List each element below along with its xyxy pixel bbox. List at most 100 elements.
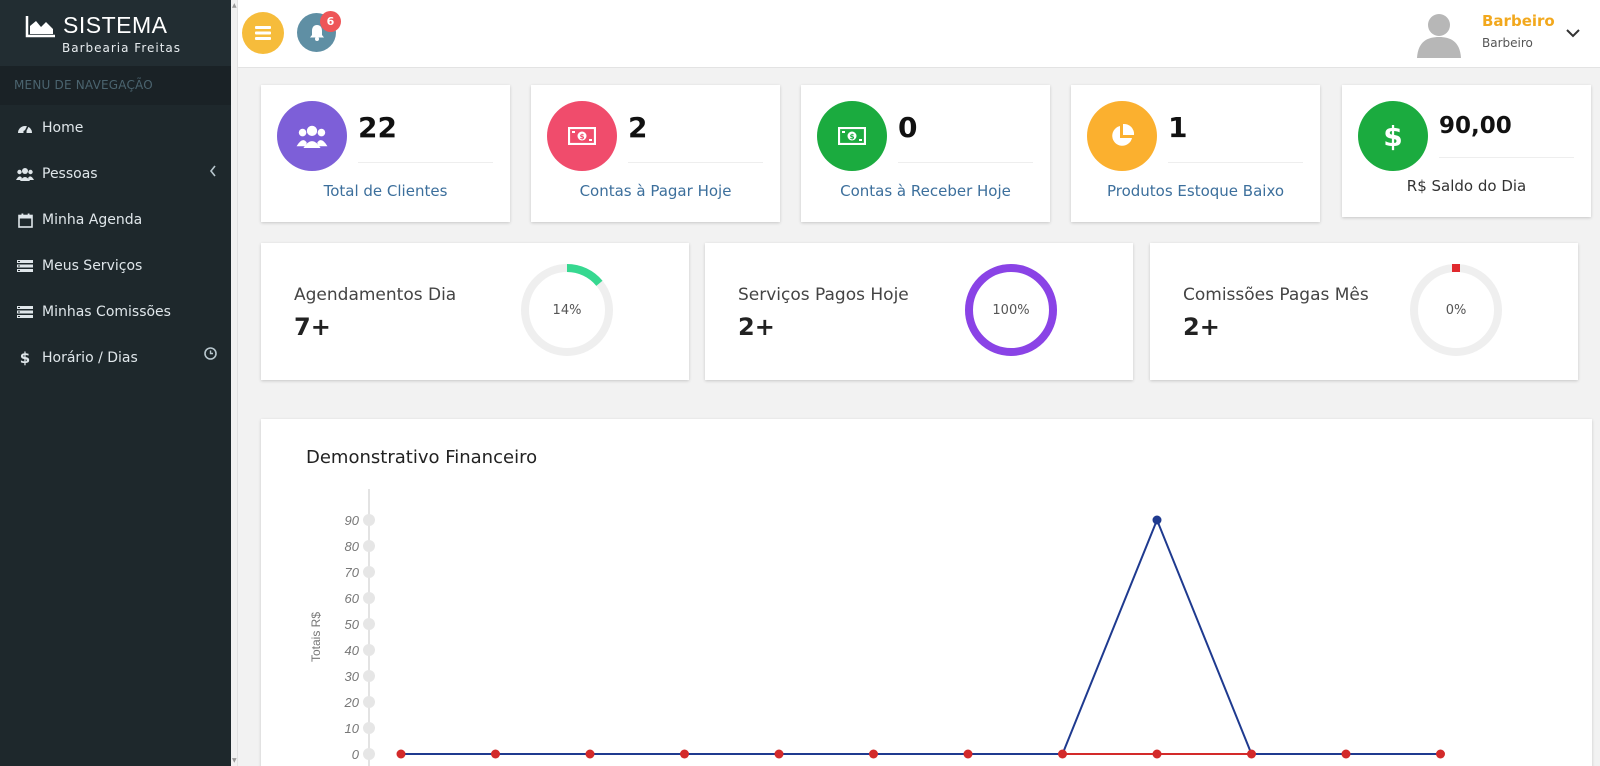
divider — [358, 162, 493, 163]
sidebar-item-minhas-comissoes[interactable]: Minhas Comissões — [0, 289, 231, 335]
progress-card-comissoes-pagas[interactable]: Comissões Pagas Mês 2+ 0% — [1150, 243, 1578, 380]
divider — [898, 162, 1033, 163]
divider — [1439, 157, 1574, 158]
progress-value: 2+ — [738, 313, 775, 341]
stat-icon-circle: $ — [817, 101, 887, 171]
line-chart: 0 10 20 30 40 50 60 70 80 90 Totais R$ — [309, 489, 1445, 766]
page-scrollbar[interactable]: ▲ ▼ — [231, 0, 238, 766]
hamburger-icon — [255, 26, 271, 40]
data-point[interactable] — [1247, 749, 1256, 759]
stat-label: R$ Saldo do Dia — [1406, 177, 1527, 195]
progress-label: Comissões Pagas Mês — [1183, 285, 1369, 305]
stat-card-saldo-dia[interactable]: $ 90,00 R$ Saldo do Dia — [1342, 85, 1591, 217]
y-tick-label: 10 — [345, 721, 360, 736]
top-navbar: 6 Barbeiro Barbeiro — [238, 0, 1600, 68]
divider — [628, 162, 763, 163]
y-tick-marker — [363, 540, 375, 552]
brand-title: SISTEMA — [63, 12, 168, 38]
y-tick-marker — [363, 514, 375, 526]
data-point[interactable] — [774, 749, 784, 759]
stat-value: 2 — [628, 111, 648, 144]
stat-label[interactable]: Total de Clientes — [261, 182, 510, 200]
y-tick-label: 60 — [345, 591, 360, 606]
stat-value: 22 — [358, 111, 397, 144]
data-point[interactable] — [491, 749, 500, 759]
progress-card-servicos-pagos[interactable]: Serviços Pagos Hoje 2+ 100% — [705, 243, 1133, 380]
menu-toggle-button[interactable] — [242, 12, 284, 54]
calendar-icon — [16, 212, 34, 228]
sidebar-item-pessoas[interactable]: Pessoas — [0, 151, 231, 197]
money-icon: $ — [568, 127, 596, 145]
sidebar-item-label: Horário / Dias — [42, 350, 138, 366]
data-point[interactable] — [1152, 515, 1162, 525]
data-point[interactable] — [680, 749, 689, 759]
progress-percent: 100% — [992, 302, 1030, 318]
brand[interactable]: SISTEMA Barbearia Freitas — [0, 0, 231, 66]
y-axis-label: Totais R$ — [309, 612, 323, 662]
sidebar-item-minha-agenda[interactable]: Minha Agenda — [0, 197, 231, 243]
divider — [1168, 162, 1303, 163]
data-point[interactable] — [396, 749, 406, 759]
chevron-left-icon — [209, 165, 217, 181]
stat-icon-circle: $ — [1358, 101, 1428, 171]
y-tick-label: 80 — [345, 539, 360, 554]
stat-value: 1 — [1168, 111, 1188, 144]
clock-icon — [204, 347, 217, 364]
y-tick-marker — [363, 696, 375, 708]
data-point[interactable] — [585, 749, 595, 759]
stat-card-estoque-baixo[interactable]: 1 Produtos Estoque Baixo — [1071, 85, 1320, 222]
avatar[interactable] — [1416, 10, 1462, 58]
stat-label[interactable]: Produtos Estoque Baixo — [1071, 182, 1320, 200]
progress-value: 7+ — [294, 313, 331, 341]
sidebar-item-label: Minhas Comissões — [42, 304, 171, 320]
y-tick-label: 40 — [345, 643, 360, 658]
stat-card-total-clientes[interactable]: 22 Total de Clientes — [261, 85, 510, 222]
users-icon — [16, 166, 34, 182]
sidebar-item-home[interactable]: Home — [0, 105, 231, 151]
dollar-icon: $ — [1383, 119, 1403, 153]
y-tick-marker — [363, 618, 375, 630]
y-tick-marker — [363, 644, 375, 656]
data-point[interactable] — [1058, 749, 1067, 759]
scroll-down-icon[interactable]: ▼ — [232, 757, 237, 764]
pie-chart-icon — [1112, 123, 1135, 146]
stat-icon-circle — [277, 101, 347, 171]
svg-text:$: $ — [580, 133, 585, 141]
stat-icon-circle: $ — [547, 101, 617, 171]
stat-value: 0 — [898, 111, 918, 144]
user-role: Barbeiro — [1482, 36, 1533, 50]
stat-label[interactable]: Contas à Receber Hoje — [801, 182, 1050, 200]
sidebar-item-label: Minha Agenda — [42, 212, 143, 228]
y-tick-label: 30 — [345, 669, 360, 684]
data-point[interactable] — [1152, 749, 1162, 759]
users-icon — [296, 125, 328, 148]
stat-value: 90,00 — [1439, 113, 1512, 139]
dashboard-icon — [16, 120, 34, 136]
sidebar-item-horario-dias[interactable]: $ Horário / Dias — [0, 335, 231, 381]
stat-card-contas-receber[interactable]: $ 0 Contas à Receber Hoje — [801, 85, 1050, 222]
data-point[interactable] — [869, 749, 878, 759]
stat-card-contas-pagar[interactable]: $ 2 Contas à Pagar Hoje — [531, 85, 780, 222]
progress-card-agendamentos[interactable]: Agendamentos Dia 7+ 14% — [261, 243, 689, 380]
sidebar-item-meus-servicos[interactable]: Meus Serviços — [0, 243, 231, 289]
sidebar-item-label: Home — [42, 120, 84, 136]
user-name[interactable]: Barbeiro — [1482, 12, 1555, 30]
scroll-up-icon[interactable]: ▲ — [232, 2, 237, 9]
dollar-icon: $ — [19, 349, 31, 367]
list-icon — [16, 304, 34, 320]
stat-label[interactable]: Contas à Pagar Hoje — [531, 182, 780, 200]
area-chart-icon — [25, 16, 55, 38]
progress-label: Serviços Pagos Hoje — [738, 285, 909, 305]
progress-label: Agendamentos Dia — [294, 285, 457, 305]
progress-percent: 14% — [552, 302, 582, 318]
financial-chart-card: Demonstrativo Financeiro 0 10 20 30 40 50 60 70… — [261, 419, 1592, 766]
data-point[interactable] — [1436, 749, 1445, 759]
series-line-0 — [401, 517, 1441, 755]
data-point[interactable] — [1341, 749, 1351, 759]
chevron-down-icon[interactable] — [1565, 26, 1581, 40]
y-tick-marker — [363, 748, 375, 760]
y-tick-label: 70 — [345, 565, 360, 580]
data-point[interactable] — [963, 749, 973, 759]
sidebar-item-label: Meus Serviços — [42, 258, 143, 274]
y-tick-marker — [363, 592, 375, 604]
